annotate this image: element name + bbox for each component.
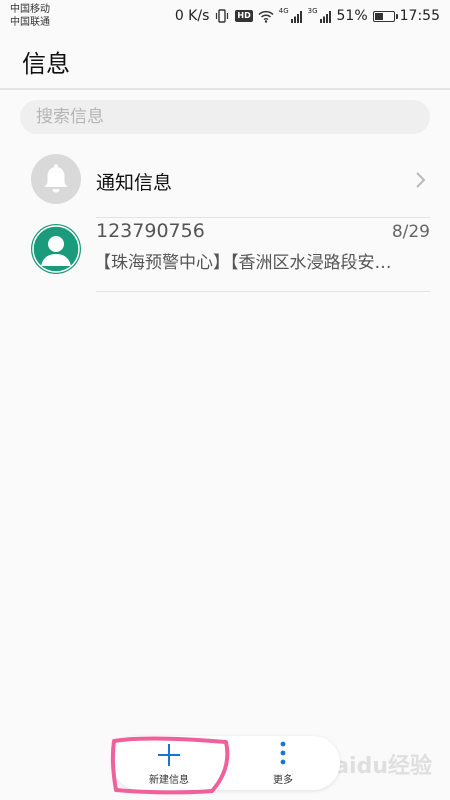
search-input[interactable] [20, 100, 430, 134]
new-message-button[interactable]: 新建信息 [112, 736, 226, 790]
conversation-sender: 123790756 [96, 220, 205, 242]
plus-icon [156, 742, 182, 772]
network-1-label: 4G [278, 7, 289, 15]
battery-icon [372, 10, 398, 22]
wifi-icon [258, 10, 274, 23]
more-button[interactable]: 更多 [226, 736, 340, 790]
conversation-list: 通知信息 123790756 8/29 【珠海预警中心】【香洲区水浸路段安… [0, 142, 450, 296]
signal-icon-2 [319, 10, 332, 23]
net-speed: 0 K/s [174, 8, 210, 24]
bottom-action-bar: 新建信息 更多 [112, 736, 340, 790]
conversation-item-123790756[interactable]: 123790756 8/29 【珠海预警中心】【香洲区水浸路段安… [0, 214, 450, 292]
chevron-right-icon [414, 170, 428, 190]
battery-percent: 51% [336, 8, 368, 24]
status-bar: 中国移动 中国联通 0 K/s HD 4G 3G 51% 17:55 [0, 0, 450, 32]
signal-icon [290, 10, 303, 23]
hd-icon: HD [235, 10, 253, 22]
battery-level [374, 12, 384, 20]
carrier-1: 中国移动 [10, 4, 50, 15]
network-2-label: 3G [307, 7, 318, 15]
page-title: 信息 [22, 50, 70, 78]
more-label: 更多 [273, 775, 293, 786]
header-divider [0, 88, 450, 90]
vibrate-icon [214, 9, 230, 23]
new-message-label: 新建信息 [149, 775, 189, 786]
bell-icon [31, 154, 81, 204]
conversation-title: 通知信息 [96, 172, 173, 194]
conversation-item-notifications[interactable]: 通知信息 [0, 142, 450, 218]
more-vertical-icon [279, 740, 287, 772]
clock: 17:55 [399, 8, 440, 24]
messages-screen: 中国移动 中国联通 0 K/s HD 4G 3G 51% 17:55 信息 搜索… [0, 0, 450, 800]
conversation-date: 8/29 [391, 222, 430, 242]
conversation-preview: 【珠海预警中心】【香洲区水浸路段安… [94, 253, 392, 273]
person-icon [31, 224, 81, 274]
carrier-2: 中国联通 [10, 17, 50, 28]
status-icons: 0 K/s HD 4G 3G 51% 17:55 [175, 6, 440, 26]
carrier-info: 中国移动 中国联通 [10, 3, 50, 29]
row-divider [96, 291, 430, 292]
